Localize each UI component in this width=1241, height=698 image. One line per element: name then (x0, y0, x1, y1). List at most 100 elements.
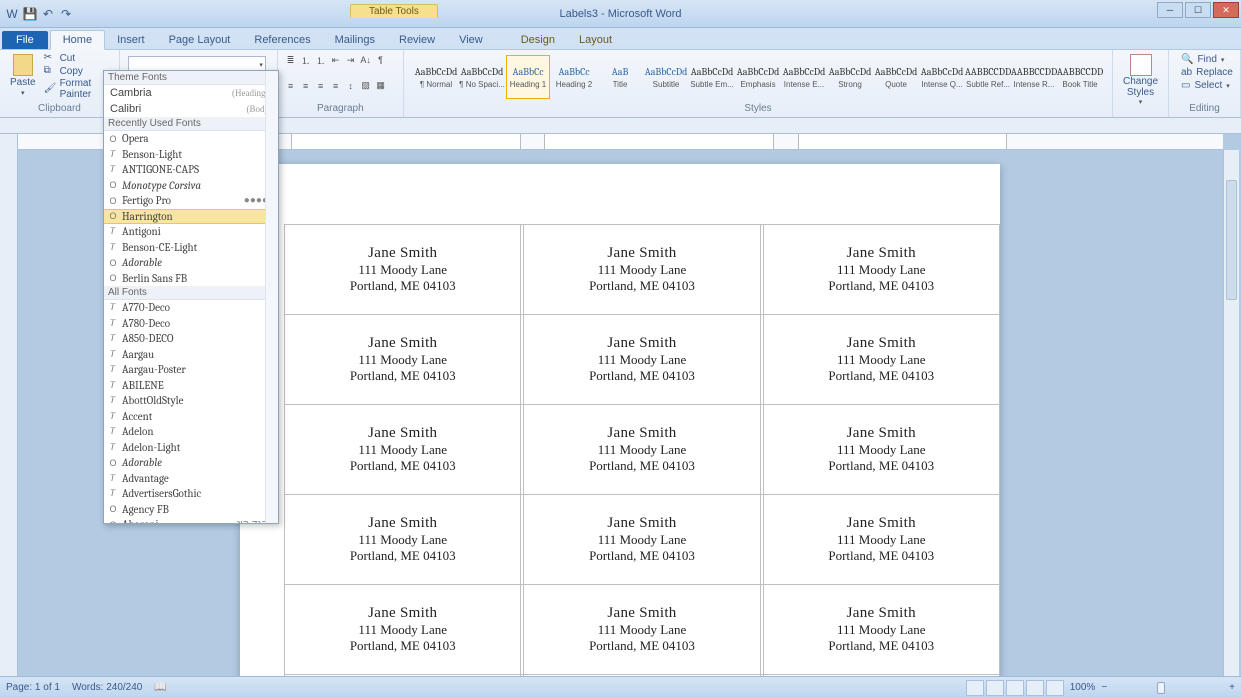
tab-page-layout[interactable]: Page Layout (157, 31, 243, 49)
paste-button[interactable]: Paste ▾ (6, 52, 40, 100)
select-button[interactable]: ▭Select ▾ (1181, 80, 1228, 91)
tab-review[interactable]: Review (387, 31, 447, 49)
indent-inc-button[interactable]: ⇥ (344, 53, 358, 67)
status-words[interactable]: Words: 240/240 (72, 682, 142, 693)
font-item-abottoldstyle[interactable]: 𝑇AbottOldStyle (104, 393, 278, 409)
style-item-heading-2[interactable]: AaBbCcHeading 2 (552, 55, 596, 99)
style-item-intense-q---[interactable]: AaBbCcDdIntense Q... (920, 55, 964, 99)
font-item-aargau[interactable]: 𝑇Aargau (104, 347, 278, 363)
outline-view-button[interactable] (1026, 680, 1044, 696)
style-item-subtle-ref---[interactable]: AABBCCDDSubtle Ref... (966, 55, 1010, 99)
font-item-opera[interactable]: OOpera (104, 131, 278, 147)
label-cell[interactable]: Jane Smith111 Moody LanePortland, ME 041… (285, 315, 521, 405)
font-item-monotype-corsiva[interactable]: OMonotype Corsiva (104, 178, 278, 194)
replace-button[interactable]: abReplace (1181, 67, 1228, 78)
full-screen-view-button[interactable] (986, 680, 1004, 696)
style-item-subtle-em---[interactable]: AaBbCcDdSubtle Em... (690, 55, 734, 99)
font-item-berlin-sans-fb[interactable]: OBerlin Sans FB (104, 271, 278, 287)
font-item-advertisersgothic[interactable]: 𝑇AdvertisersGothic (104, 486, 278, 502)
style-item-heading-1[interactable]: AaBbCcHeading 1 (506, 55, 550, 99)
tool-tab-design[interactable]: Design (509, 31, 567, 49)
style-item---no-spaci---[interactable]: AaBbCcDd¶ No Spaci... (460, 55, 504, 99)
tool-tab-layout[interactable]: Layout (567, 31, 624, 49)
label-cell[interactable]: Jane Smith111 Moody LanePortland, ME 041… (285, 495, 521, 585)
status-page[interactable]: Page: 1 of 1 (6, 682, 60, 693)
print-layout-view-button[interactable] (966, 680, 984, 696)
style-item-intense-e---[interactable]: AaBbCcDdIntense E... (782, 55, 826, 99)
find-button[interactable]: 🔍Find ▾ (1181, 54, 1228, 65)
page[interactable]: Jane Smith111 Moody LanePortland, ME 041… (240, 164, 1000, 676)
label-cell[interactable]: Jane Smith111 Moody LanePortland, ME 041… (524, 315, 760, 405)
line-spacing-button[interactable]: ↕ (344, 79, 358, 93)
font-item-harrington[interactable]: OHarrington (104, 209, 278, 225)
change-styles-button[interactable]: Change Styles ▾ (1119, 52, 1162, 108)
zoom-in-button[interactable]: + (1229, 682, 1235, 693)
font-item-calibri[interactable]: Calibri(Body) (104, 101, 278, 117)
numbering-button[interactable]: ⒈ (299, 53, 313, 67)
borders-button[interactable]: ▦ (374, 79, 388, 93)
label-cell[interactable]: Jane Smith111 Moody LanePortland, ME 041… (285, 225, 521, 315)
font-item-agency-fb[interactable]: OAgency FB (104, 502, 278, 518)
label-cell[interactable]: Jane Smith111 Moody LanePortland, ME 041… (524, 225, 760, 315)
cut-button[interactable]: ✂Cut (44, 52, 113, 64)
font-item-benson-light[interactable]: 𝑇Benson-Light (104, 147, 278, 163)
label-cell[interactable]: Jane Smith111 Moody LanePortland, ME 041… (524, 405, 760, 495)
font-item-a850-deco[interactable]: 𝑇A850-DECO (104, 331, 278, 347)
tab-insert[interactable]: Insert (105, 31, 157, 49)
font-item-advantage[interactable]: 𝑇Advantage (104, 471, 278, 487)
font-dropdown[interactable]: Theme Fonts Cambria(Headings)Calibri(Bod… (103, 70, 279, 524)
label-cell[interactable]: Jane Smith111 Moody LanePortland, ME 041… (285, 405, 521, 495)
label-cell[interactable]: Jane Smith111 Moody LanePortland, ME 041… (763, 315, 999, 405)
style-item-quote[interactable]: AaBbCcDdQuote (874, 55, 918, 99)
label-cell[interactable]: Jane Smith111 Moody LanePortland, ME 041… (763, 495, 999, 585)
style-item-subtitle[interactable]: AaBbCcDdSubtitle (644, 55, 688, 99)
style-item-emphasis[interactable]: AaBbCcDdEmphasis (736, 55, 780, 99)
close-button[interactable]: ✕ (1213, 2, 1239, 18)
font-item-benson-ce-light[interactable]: 𝑇Benson-CE-Light (104, 240, 278, 256)
tab-view[interactable]: View (447, 31, 495, 49)
font-item-a770-deco[interactable]: 𝑇A770-Deco (104, 300, 278, 316)
vertical-scrollbar[interactable] (1223, 150, 1239, 676)
draft-view-button[interactable] (1046, 680, 1064, 696)
label-cell[interactable]: Jane Smith111 Moody LanePortland, ME 041… (763, 585, 999, 675)
font-item-a780-deco[interactable]: 𝑇A780-Deco (104, 316, 278, 332)
pilcrow-button[interactable]: ¶ (374, 53, 388, 67)
label-cell[interactable]: Jane Smith111 Moody LanePortland, ME 041… (763, 225, 999, 315)
style-item-title[interactable]: AaBTitle (598, 55, 642, 99)
align-center-button[interactable]: ≡ (299, 79, 313, 93)
style-item-strong[interactable]: AaBbCcDdStrong (828, 55, 872, 99)
tab-mailings[interactable]: Mailings (323, 31, 387, 49)
zoom-slider-knob[interactable] (1157, 682, 1165, 694)
font-item-aharoni[interactable]: OAharoniאבגד הוז (104, 517, 278, 523)
font-item-adorable[interactable]: OAdorable (104, 255, 278, 271)
font-item-adorable[interactable]: OAdorable (104, 455, 278, 471)
font-item-aargau-poster[interactable]: 𝑇Aargau-Poster (104, 362, 278, 378)
scrollbar-thumb[interactable] (1226, 180, 1237, 300)
justify-button[interactable]: ≡ (329, 79, 343, 93)
font-item-abilene[interactable]: 𝑇ABILENE (104, 378, 278, 394)
style-item-intense-r---[interactable]: AABBCCDDIntense R... (1012, 55, 1056, 99)
style-item---normal[interactable]: AaBbCcDd¶ Normal (414, 55, 458, 99)
tab-references[interactable]: References (242, 31, 322, 49)
font-item-antigone-caps[interactable]: 𝑇ANTIGONE-CAPS (104, 162, 278, 178)
font-item-adelon-light[interactable]: 𝑇Adelon-Light (104, 440, 278, 456)
zoom-level[interactable]: 100% (1070, 682, 1096, 693)
web-layout-view-button[interactable] (1006, 680, 1024, 696)
label-cell[interactable]: Jane Smith111 Moody LanePortland, ME 041… (285, 585, 521, 675)
chevron-down-icon[interactable]: ▾ (259, 61, 265, 69)
styles-gallery[interactable]: AaBbCcDd¶ NormalAaBbCcDd¶ No Spaci...AaB… (410, 52, 1106, 100)
font-item-cambria[interactable]: Cambria(Headings) (104, 85, 278, 101)
redo-icon[interactable]: ↷ (58, 6, 74, 22)
label-cell[interactable]: Jane Smith111 Moody LanePortland, ME 041… (524, 585, 760, 675)
font-item-accent[interactable]: 𝑇Accent (104, 409, 278, 425)
align-right-button[interactable]: ≡ (314, 79, 328, 93)
align-left-button[interactable]: ≡ (284, 79, 298, 93)
sort-button[interactable]: A↓ (359, 53, 373, 67)
status-proofing-icon[interactable]: 📖 (154, 682, 166, 693)
minimize-button[interactable]: ─ (1157, 2, 1183, 18)
maximize-button[interactable]: ☐ (1185, 2, 1211, 18)
zoom-slider[interactable] (1113, 686, 1223, 690)
style-item-book-title[interactable]: AABBCCDDBook Title (1058, 55, 1102, 99)
multilevel-button[interactable]: ⒈ (314, 53, 328, 67)
bullets-button[interactable]: ≣ (284, 53, 298, 67)
